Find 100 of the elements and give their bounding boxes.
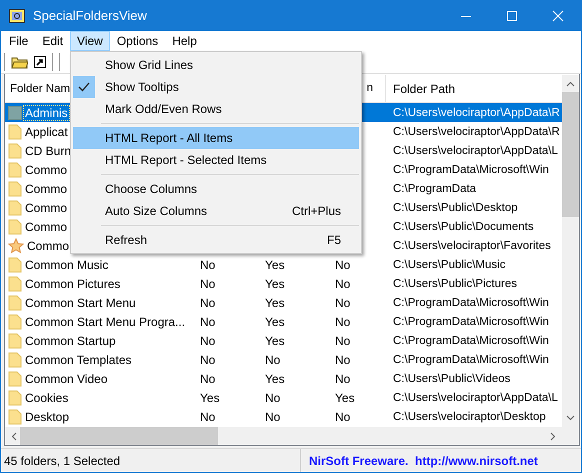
column-header[interactable]: Folder Path	[386, 82, 562, 96]
table-cell[interactable]: Common Templates	[24, 352, 132, 366]
table-cell-text: No	[334, 296, 352, 310]
app-icon	[9, 8, 25, 22]
horizontal-scrollbar[interactable]	[5, 427, 562, 445]
table-cell-text: No	[334, 258, 352, 272]
table-cell-text: C:\ProgramData\Microsoft\Win	[392, 334, 550, 346]
table-cell[interactable]: Common Start Menu	[24, 296, 137, 310]
table-cell-text: Yes	[199, 390, 221, 404]
table-cell-text: No	[334, 410, 352, 424]
folder-icon	[8, 390, 22, 406]
table-cell-text: No	[334, 352, 352, 366]
table-cell-text: No	[264, 390, 282, 404]
table-cell-text: No	[199, 410, 216, 424]
menu-item[interactable]: Show Tooltips	[73, 76, 359, 98]
tile-icon	[8, 104, 22, 120]
table-cell[interactable]: Common Pictures	[24, 276, 122, 290]
table-cell-text: Yes	[264, 258, 286, 272]
status-text: 45 folders, 1 Selected	[1, 449, 301, 472]
table-cell-text: No	[199, 296, 216, 310]
folder-icon	[8, 370, 22, 386]
folder-icon	[8, 256, 22, 272]
scroll-down-icon[interactable]	[566, 415, 575, 421]
folder-icon	[8, 124, 22, 140]
scroll-up-icon[interactable]	[566, 81, 575, 87]
table-cell-text: No	[199, 314, 216, 328]
table-cell-text: C:\ProgramData\Microsoft\Win	[392, 316, 550, 328]
close-icon[interactable]	[552, 10, 564, 22]
table-cell-text: C:\Users\velociraptor\AppData\L	[392, 144, 559, 156]
table-cell-text: C:\Users\velociraptor\AppData\L	[392, 392, 559, 404]
table-cell-text: C:\ProgramData\Microsoft\Win	[392, 164, 550, 176]
table-cell[interactable]: Adminis	[24, 106, 69, 120]
menu-item[interactable]: Help	[165, 31, 204, 51]
table-cell[interactable]: Commo	[24, 182, 68, 196]
table-cell[interactable]: Commo	[24, 220, 68, 234]
table-cell[interactable]: Cookies	[24, 390, 70, 404]
table-cell[interactable]: Common Video	[24, 372, 108, 386]
menu-item[interactable]: Options	[110, 31, 166, 51]
folder-icon	[8, 332, 22, 348]
menu-item[interactable]: File	[2, 31, 36, 51]
table-cell-text: No	[264, 352, 282, 366]
maximize-icon[interactable]	[506, 10, 518, 22]
table-cell-text: C:\Users\Public\Music	[392, 258, 506, 270]
table-cell[interactable]: Commo	[24, 200, 68, 214]
folder-icon	[8, 218, 22, 234]
table-cell-text: C:\Users\velociraptor\AppData\R	[392, 106, 561, 118]
menu-item[interactable]: HTML Report - Selected Items	[73, 149, 359, 171]
folder-icon	[8, 142, 22, 158]
menu-item[interactable]: HTML Report - All Items	[73, 127, 359, 149]
table-cell-text: No	[334, 314, 352, 328]
table-cell-text: Yes	[264, 276, 286, 290]
menu-item[interactable]: Choose Columns	[73, 178, 359, 200]
table-cell-text: Yes	[264, 334, 286, 348]
table-cell[interactable]: Common Startup	[24, 334, 117, 348]
vertical-scrollbar[interactable]	[562, 75, 579, 427]
table-cell[interactable]: CD Burn	[24, 144, 72, 158]
table-cell-text: No	[334, 276, 352, 290]
shortcut-icon[interactable]	[34, 56, 46, 68]
table-cell-text: C:\Users\Public\Desktop	[392, 202, 519, 214]
menu-item[interactable]: Auto Size Columns Ctrl+Plus	[73, 200, 359, 222]
menu-item[interactable]: Mark Odd/Even Rows	[73, 98, 359, 120]
credit-link[interactable]: NirSoft Freeware. http://www.nirsoft.net	[301, 454, 538, 468]
menu-item[interactable]: Edit	[35, 31, 70, 51]
table-cell-text: C:\Users\Public\Videos	[392, 372, 512, 384]
table-cell-text: No	[334, 372, 352, 386]
table-cell[interactable]: Commo	[26, 238, 70, 252]
scroll-thumb[interactable]	[20, 427, 218, 445]
folder-icon	[8, 276, 22, 292]
table-cell-text: No	[334, 334, 352, 348]
table-cell-text: No	[199, 372, 216, 386]
table-cell-text: No	[199, 276, 216, 290]
menu-item[interactable]: View	[70, 31, 110, 51]
folder-icon	[8, 352, 22, 368]
table-cell[interactable]: Common Music	[24, 258, 110, 272]
scroll-right-icon[interactable]	[550, 432, 556, 440]
table-cell-text: Yes	[334, 390, 356, 404]
table-cell-text: C:\Users\Public\Documents	[392, 220, 535, 232]
table-cell[interactable]: Applicat	[24, 124, 69, 138]
folder-icon	[8, 162, 22, 178]
scroll-thumb[interactable]	[562, 92, 579, 217]
star-icon	[8, 238, 24, 254]
table-cell-text: Yes	[264, 372, 286, 386]
open-folder-icon[interactable]	[11, 55, 28, 69]
table-cell[interactable]: Desktop	[24, 410, 70, 424]
table-cell-text: No	[199, 352, 216, 366]
table-cell-text: C:\ProgramData	[392, 182, 478, 194]
table-cell-text: No	[264, 410, 282, 424]
folder-icon	[8, 408, 22, 424]
table-cell[interactable]: Commo	[24, 162, 68, 176]
menu-item[interactable]: Refresh F5	[73, 229, 359, 251]
folder-icon	[8, 294, 22, 310]
table-cell[interactable]: Common Start Menu Progra...	[24, 314, 186, 328]
folder-icon	[8, 180, 22, 196]
table-cell-text: Yes	[264, 314, 286, 328]
table-cell-text: Yes	[264, 296, 286, 310]
table-cell-text: C:\ProgramData\Microsoft\Win	[392, 354, 550, 366]
table-cell-text: C:\Users\velociraptor\Desktop	[392, 410, 547, 422]
folder-icon	[8, 314, 22, 330]
table-cell-text: C:\ProgramData\Microsoft\Win	[392, 296, 550, 308]
scroll-left-icon[interactable]	[11, 432, 17, 440]
